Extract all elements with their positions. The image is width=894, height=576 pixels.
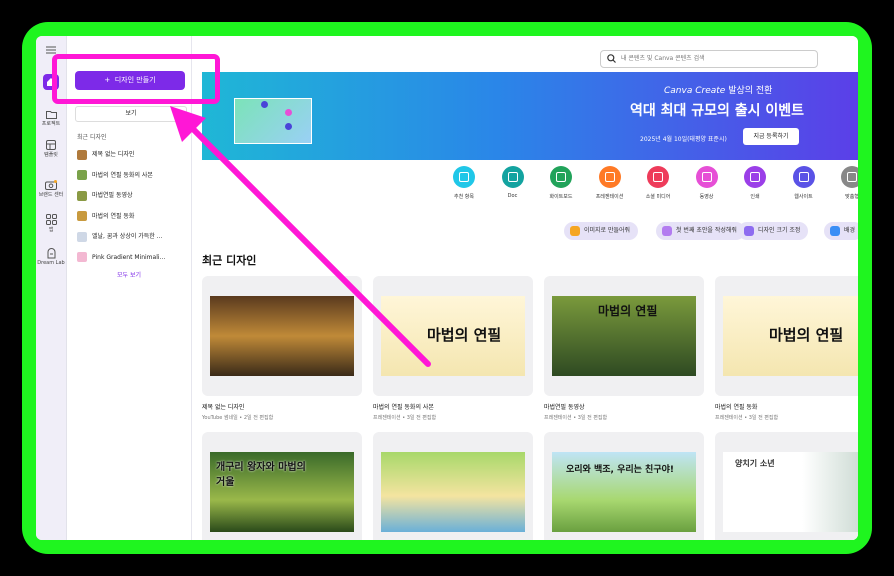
- annotation-arrow: [170, 106, 431, 367]
